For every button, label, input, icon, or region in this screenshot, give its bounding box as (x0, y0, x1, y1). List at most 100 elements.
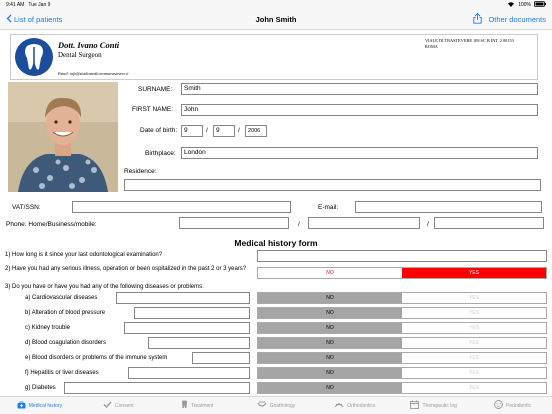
briefcase-icon (17, 401, 26, 411)
navigation-bar: List of patients John Smith Other docume… (0, 10, 552, 30)
status-time: 9:41 AM (6, 2, 25, 8)
orthodontics-icon (334, 401, 344, 411)
disease-yes-option[interactable]: YES (402, 293, 546, 303)
disease-toggle[interactable]: NO YES (257, 337, 547, 349)
disease-yes-option[interactable]: YES (402, 323, 546, 333)
first-name-label: FIRST NAME: (132, 106, 174, 113)
disease-toggle[interactable]: NO YES (257, 307, 547, 319)
disease-yes-option[interactable]: YES (402, 338, 546, 348)
first-name-field[interactable]: John (181, 104, 538, 116)
phone-mobile-field[interactable] (434, 217, 544, 229)
disease-no-option[interactable]: NO (258, 353, 402, 363)
disease-toggle[interactable]: NO YES (257, 367, 547, 379)
disease-notes-field[interactable] (116, 292, 250, 304)
illness-no-option[interactable]: NO (258, 268, 402, 278)
phone-business-field[interactable] (308, 217, 420, 229)
disease-toggle[interactable]: NO YES (257, 382, 547, 394)
disease-yes-option[interactable]: YES (402, 368, 546, 378)
battery-icon (534, 1, 546, 9)
medical-history-title: Medical history form (234, 238, 318, 248)
tab-orthodontics[interactable]: Orthodontics (315, 397, 394, 414)
birthplace-label: Birthplace: (145, 150, 176, 157)
disease-no-option[interactable]: NO (258, 368, 402, 378)
other-documents-button[interactable]: Other documents (488, 15, 546, 24)
patient-form: Dott. Ivano Conti Dental Surgeon Email: … (0, 31, 552, 396)
doctor-name: Dott. Ivano Conti (58, 40, 120, 50)
back-button[interactable]: List of patients (6, 14, 62, 25)
last-examination-field[interactable] (257, 250, 547, 262)
doctor-address: VIALE DI TRASTEVERE 108 SC B INT. 2 0015… (425, 38, 535, 49)
phone-home-field[interactable] (179, 217, 289, 229)
page-title: John Smith (255, 15, 297, 24)
tab-consent[interactable]: Consent (79, 397, 158, 414)
checkmark-icon (103, 401, 112, 410)
disease-no-option[interactable]: NO (258, 323, 402, 333)
back-button-label: List of patients (14, 15, 63, 24)
disease-notes-field[interactable] (128, 367, 250, 379)
email-field[interactable] (355, 201, 542, 213)
tab-label: Orthodontics (347, 402, 376, 409)
calendar-icon (410, 400, 420, 411)
jaw-icon (257, 401, 267, 411)
tab-label: Gnathology (269, 402, 296, 409)
tab-therapeutic-log[interactable]: Therapeutic log (394, 397, 473, 414)
disease-no-option[interactable]: NO (258, 383, 402, 393)
disease-label: g) Diabetes (25, 385, 56, 391)
tab-pedodontic[interactable]: Pedodontic (473, 397, 552, 414)
tab-gnathology[interactable]: Gnathology (237, 397, 316, 414)
address-line-2: ROMA (425, 43, 438, 49)
disease-no-option[interactable]: NO (258, 338, 402, 348)
disease-notes-field[interactable] (64, 382, 250, 394)
vat-ssn-label: VAT/SSN: (12, 204, 41, 211)
disease-toggle[interactable]: NO YES (257, 322, 547, 334)
surname-field[interactable]: Smith (181, 83, 538, 95)
question-3-label: 3) Do you have or have you had any of th… (5, 284, 204, 290)
dob-year-field[interactable]: 2006 (245, 125, 267, 137)
patient-photo[interactable] (8, 82, 118, 192)
disease-label: c) Kidney trouble (25, 325, 71, 331)
email-label: E-mail: (318, 204, 339, 211)
chevron-left-icon (6, 14, 12, 25)
disease-notes-field[interactable] (124, 322, 250, 334)
tab-medical-history[interactable]: Medical history (0, 397, 79, 414)
disease-yes-option[interactable]: YES (402, 353, 546, 363)
tooth-logo-icon (15, 38, 53, 76)
disease-toggle[interactable]: NO YES (257, 352, 547, 364)
tab-label: Consent (114, 402, 134, 409)
disease-yes-option[interactable]: YES (402, 383, 546, 393)
illness-yes-option[interactable]: YES (402, 268, 546, 278)
residence-field[interactable] (124, 179, 541, 191)
tab-label: Pedodontic (506, 402, 532, 409)
disease-yes-option[interactable]: YES (402, 308, 546, 318)
surname-label: SURNAME: (138, 86, 173, 93)
disease-notes-field[interactable] (148, 337, 250, 349)
birthplace-field[interactable]: London (181, 147, 538, 159)
question-2-label: 2) Have you had any serious illness, ope… (5, 266, 247, 272)
status-date: Tue Jan 9 (28, 2, 51, 8)
question-1-label: 1) How long is it since your last odonto… (5, 252, 163, 258)
wifi-icon (507, 1, 515, 9)
tab-label: Therapeutic log (422, 402, 457, 409)
disease-no-option[interactable]: NO (258, 308, 402, 318)
vat-ssn-field[interactable] (72, 201, 291, 213)
disease-no-option[interactable]: NO (258, 293, 402, 303)
disease-label: f) Hepatitis or liver diseases (25, 370, 99, 376)
tab-label: Medical history (28, 402, 63, 409)
dob-separator: / (238, 127, 240, 134)
illness-toggle[interactable]: NO YES (257, 267, 547, 279)
dob-month-field[interactable]: 9 (213, 125, 235, 137)
disease-notes-field[interactable] (192, 352, 250, 364)
tab-treatment[interactable]: Treatment (158, 397, 237, 414)
phone-label: Phone: Home/Business/mobile: (6, 221, 97, 228)
disease-label: a) Cardiovascular diseases (25, 295, 98, 301)
dob-day-field[interactable]: 9 (181, 125, 203, 137)
disease-notes-field[interactable] (134, 307, 250, 319)
phone-separator: / (298, 221, 300, 228)
tab-bar: Medical history Consent Treatment Gnatho… (0, 396, 552, 414)
letterhead: Dott. Ivano Conti Dental Surgeon Email: … (10, 34, 538, 80)
residence-label: Residence: (124, 168, 157, 175)
disease-toggle[interactable]: NO YES (257, 292, 547, 304)
tab-label: Treatment (190, 402, 214, 409)
share-icon[interactable] (473, 12, 483, 26)
tooth-icon (181, 400, 188, 411)
